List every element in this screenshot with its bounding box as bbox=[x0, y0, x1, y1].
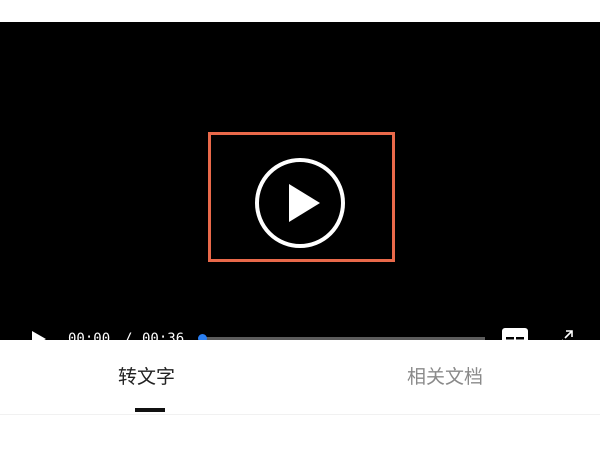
active-tab-indicator bbox=[135, 408, 165, 412]
tab-related-docs[interactable]: 相关文档 bbox=[407, 364, 483, 390]
video-player[interactable]: 00:00 / 00:36 bbox=[0, 22, 600, 348]
tab-transcript[interactable]: 转文字 bbox=[118, 364, 175, 390]
tab-bar: 转文字 相关文档 bbox=[0, 340, 600, 414]
play-circle-icon[interactable] bbox=[254, 157, 346, 249]
page: 00:00 / 00:36 转文字 相关文档 bbox=[0, 0, 600, 450]
tab-content bbox=[0, 415, 600, 450]
